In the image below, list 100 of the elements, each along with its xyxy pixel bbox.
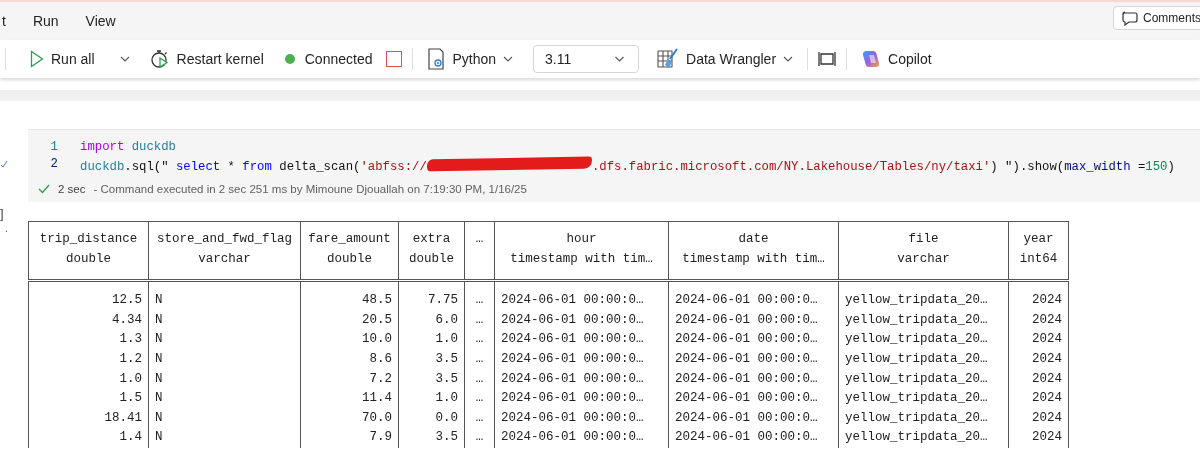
table-cell: 2024-06-01 00:00:0… — [675, 293, 818, 308]
table-cell: 12.5 — [112, 293, 142, 308]
table-cell: 2024-06-01 00:00:0… — [501, 332, 644, 347]
column-header: year — [1023, 232, 1054, 246]
table-cell: 8.6 — [369, 351, 392, 366]
table-cell: yellow_tripdata_20… — [845, 430, 988, 445]
table-cell: 2024 — [1032, 410, 1062, 425]
table-cell: 70.0 — [362, 410, 392, 425]
table-cell: … — [475, 430, 484, 445]
table-cell: yellow_tripdata_20… — [845, 391, 988, 406]
document-gear-icon — [427, 48, 446, 70]
table-cell: … — [475, 351, 484, 366]
table-cell: 1.2 — [119, 351, 142, 366]
table-cell: 2024 — [1032, 371, 1062, 386]
table-cell: 20.5 — [362, 312, 392, 327]
table-cell: yellow_tripdata_20… — [845, 293, 988, 308]
stop-button[interactable] — [386, 51, 403, 67]
run-duration: 2 sec — [58, 183, 86, 195]
menu-item[interactable]: View — [85, 13, 116, 29]
language-dropdown[interactable]: Python — [421, 44, 520, 74]
comments-button[interactable]: Comments — [1113, 6, 1200, 30]
table-cell: … — [475, 332, 484, 347]
check-icon — [0, 160, 8, 168]
menu-item[interactable]: t — [2, 13, 6, 29]
table-cell: 10.0 — [362, 332, 392, 347]
column-type: varchar — [897, 251, 950, 266]
copilot-icon — [861, 49, 882, 69]
table-cell: 2024 — [1032, 293, 1062, 308]
play-icon — [30, 50, 44, 68]
table-cell: N — [155, 312, 163, 327]
table-cell: N — [155, 371, 163, 386]
table-cell: N — [155, 410, 163, 425]
table-cell: 2024-06-01 00:00:0… — [675, 410, 818, 425]
table-cell: 1.0 — [435, 332, 458, 347]
table-cell: 2024-06-01 00:00:0… — [501, 312, 644, 327]
table-cell: N — [155, 391, 163, 406]
column-type: int64 — [1019, 251, 1058, 266]
table-cell: 2024 — [1032, 332, 1062, 347]
table-cell: 1.5 — [119, 391, 142, 406]
line-number: 1 — [49, 139, 58, 156]
table-cell: yellow_tripdata_20… — [845, 351, 988, 366]
table-cell: N — [155, 332, 163, 347]
table-cell: yellow_tripdata_20… — [845, 312, 988, 327]
table-cell: 2024-06-01 00:00:0… — [675, 391, 818, 406]
column-header: file — [908, 232, 939, 246]
table-cell: 3.5 — [435, 430, 458, 445]
table-cell: 18.41 — [104, 410, 142, 425]
line-number: 2 — [49, 156, 58, 173]
column-type: timestamp with tim… — [682, 251, 825, 266]
table-brush-icon — [657, 48, 680, 70]
caret-icon — [613, 56, 627, 62]
restart-kernel-button[interactable]: Restart kernel — [143, 44, 270, 74]
table-cell: 7.9 — [369, 430, 392, 445]
table-cell: 1.0 — [435, 391, 458, 406]
frame-icon — [818, 51, 837, 67]
run-all-button[interactable]: Run all — [24, 44, 136, 74]
column-type: varchar — [198, 251, 251, 266]
connection-status: Connected — [304, 51, 373, 67]
table-cell: 2024-06-01 00:00:0… — [501, 391, 644, 406]
column-type: timestamp with tim… — [510, 251, 653, 266]
table-cell: 2024-06-01 00:00:0… — [675, 312, 818, 327]
run-status-message: - Command executed in 2 sec 251 ms by Mimoune Djouallah on 7:19:30 PM, 1/16/25 — [93, 183, 527, 195]
table-cell: 7.75 — [428, 293, 458, 308]
table-cell: 1.0 — [119, 371, 142, 386]
table-cell: … — [475, 293, 484, 308]
copilot-button[interactable]: Copilot — [855, 44, 938, 74]
table-cell: 2024-06-01 00:00:0… — [675, 430, 818, 445]
table-cell: 2024 — [1032, 391, 1062, 406]
table-cell: 1.4 — [119, 430, 142, 445]
gutter-dot: . — [5, 223, 8, 234]
code-line: import duckdb — [80, 139, 176, 156]
column-header: … — [475, 232, 484, 246]
table-cell: 11.4 — [362, 391, 392, 406]
table-cell: 0.0 — [435, 410, 458, 425]
column-header: extra — [412, 232, 451, 246]
menu-item[interactable]: Run — [32, 13, 59, 29]
column-type: double — [66, 251, 111, 266]
comment-icon — [1120, 10, 1138, 26]
table-cell: 2024-06-01 00:00:0… — [501, 430, 644, 445]
table-cell: … — [475, 410, 484, 425]
column-header: store_and_fwd_flag — [157, 232, 292, 246]
table-cell: 2024-06-01 00:00:0… — [501, 410, 644, 425]
table-cell: 2024-06-01 00:00:0… — [675, 351, 818, 366]
table-cell: 2024 — [1032, 351, 1062, 366]
data-wrangler-button[interactable]: Data Wrangler — [651, 44, 800, 74]
table-cell: 3.5 — [435, 351, 458, 366]
table-cell: 2024-06-01 00:00:0… — [501, 351, 644, 366]
table-cell: N — [155, 293, 163, 308]
gutter-bracket: ] — [0, 206, 4, 221]
table-cell: yellow_tripdata_20… — [845, 332, 988, 347]
table-cell: N — [155, 351, 163, 366]
column-header: trip_distance — [39, 232, 138, 246]
table-cell: 3.5 — [435, 371, 458, 386]
column-type: double — [327, 251, 372, 266]
table-cell: 4.34 — [112, 312, 142, 327]
table-cell: … — [475, 391, 484, 406]
version-dropdown[interactable]: 3.11 — [533, 45, 640, 73]
table-cell: … — [475, 371, 484, 386]
table-cell: 2024-06-01 00:00:0… — [675, 332, 818, 347]
stopwatch-icon — [149, 49, 170, 69]
